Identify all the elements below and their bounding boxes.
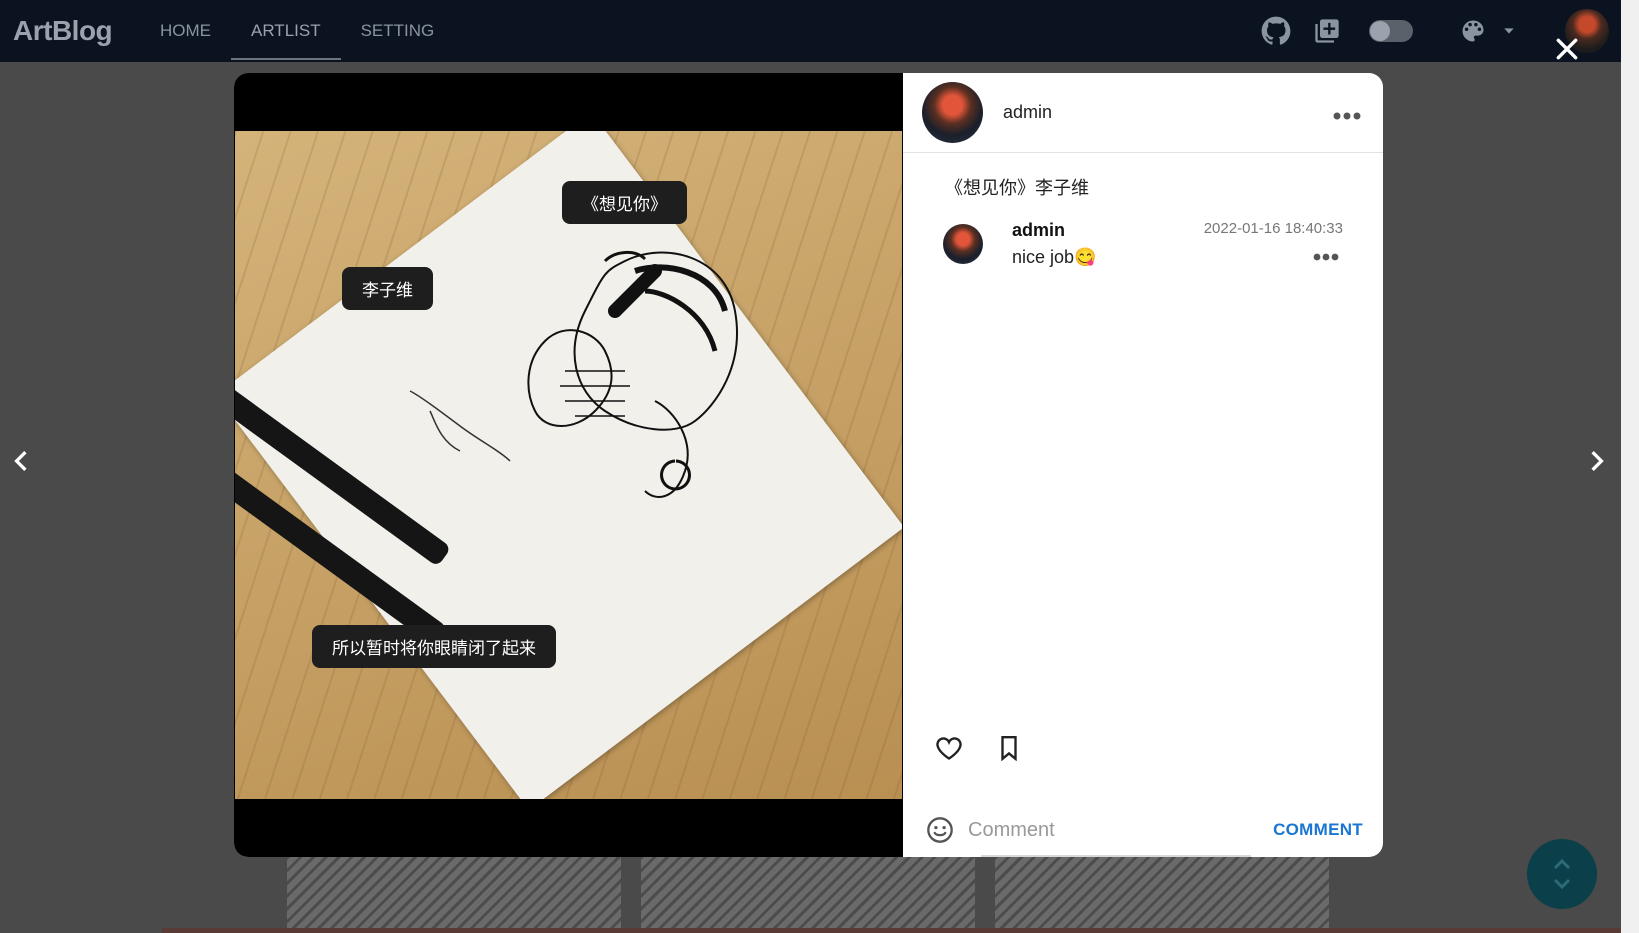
top-right-tools [1261, 0, 1639, 62]
github-icon[interactable] [1261, 16, 1291, 46]
artwork-thumbnail[interactable] [995, 856, 1329, 933]
comment-text: nice job😋 [1012, 247, 1097, 267]
comment-author[interactable]: admin [1012, 220, 1096, 241]
artwork-media: 《想见你》 李子维 所以暂时将你眼睛闭了起来 [234, 73, 903, 857]
chevron-left-icon[interactable] [12, 450, 30, 476]
signature [409, 390, 511, 462]
add-box-icon[interactable] [1313, 17, 1341, 45]
artwork-thumbnail[interactable] [287, 856, 621, 933]
author-name[interactable]: admin [1003, 102, 1052, 123]
chevron-down-icon[interactable] [1501, 23, 1517, 39]
image-tag[interactable]: 李子维 [342, 267, 433, 310]
artwork-grid [287, 856, 1329, 933]
comment-bar: COMMENT [903, 803, 1383, 857]
scroll-arrows-icon[interactable] [1527, 839, 1597, 909]
comment-item: admin nice job😋 2022-01-16 18:40:33 [943, 220, 1343, 268]
nav-setting[interactable]: SETTING [341, 0, 455, 62]
post-panel: admin 《想见你》李子维 admin nice job😋 2022-01-1… [903, 73, 1383, 857]
emoji-icon[interactable] [926, 816, 954, 844]
image-tag[interactable]: 所以暂时将你眼睛闭了起来 [312, 625, 556, 668]
main-nav: HOME ARTLIST SETTING [140, 0, 454, 62]
bookmark-outline-icon[interactable] [998, 735, 1020, 766]
nav-home[interactable]: HOME [140, 0, 231, 62]
author-avatar[interactable] [922, 82, 983, 143]
nav-artlist[interactable]: ARTLIST [231, 0, 341, 62]
comment-input[interactable] [968, 818, 1238, 842]
post-header: admin [903, 73, 1383, 153]
artwork-modal: 《想见你》 李子维 所以暂时将你眼睛闭了起来 admin 《想见你》李子维 ad… [234, 73, 1383, 857]
comment-more-icon[interactable] [1313, 244, 1339, 267]
comment-button[interactable]: COMMENT [1273, 820, 1363, 840]
heart-outline-icon[interactable] [935, 735, 963, 766]
bottom-strip [162, 928, 1621, 933]
comment-input-underline [981, 855, 1251, 857]
comment-body: admin nice job😋 [1012, 220, 1096, 268]
page-scrollbar[interactable] [1621, 0, 1639, 933]
sketch-drawing [527, 251, 738, 498]
comment-timestamp: 2022-01-16 18:40:33 [1203, 220, 1343, 237]
palette-icon[interactable] [1459, 17, 1487, 45]
image-tag[interactable]: 《想见你》 [562, 181, 687, 224]
artwork-image[interactable]: 《想见你》 李子维 所以暂时将你眼睛闭了起来 [235, 131, 902, 799]
theme-toggle[interactable] [1369, 20, 1413, 42]
site-logo[interactable]: ArtBlog [13, 15, 140, 47]
top-app-bar: ArtBlog HOME ARTLIST SETTING [0, 0, 1639, 62]
comment-avatar[interactable] [943, 224, 983, 264]
artwork-thumbnail[interactable] [641, 856, 975, 933]
post-actions [935, 735, 1020, 766]
post-caption: 《想见你》李子维 [945, 178, 1089, 198]
close-icon[interactable] [1554, 34, 1580, 68]
more-icon[interactable] [1333, 100, 1361, 126]
chevron-right-icon[interactable] [1588, 450, 1606, 476]
